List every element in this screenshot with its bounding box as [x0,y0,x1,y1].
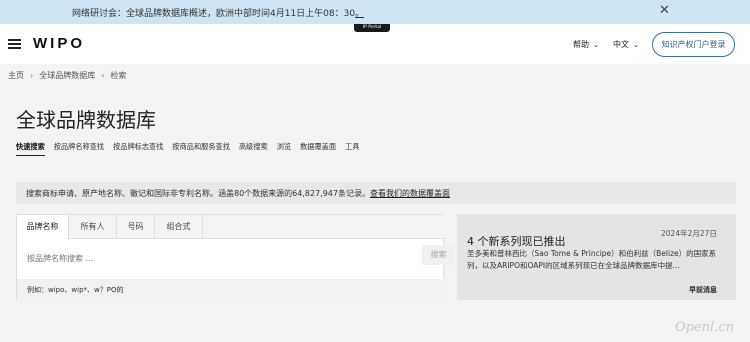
search-mode-tabs: 快速搜索 按品牌名称查找 按品牌标志查找 按商品和服务查找 高级搜索 浏览 数据覆盖面 工具 [16,142,368,156]
tab-tools[interactable]: 工具 [345,142,359,155]
help-label: 帮助 [573,40,589,49]
search-tab-number[interactable]: 号码 [117,215,155,239]
language-label: 中文 [613,40,629,49]
earlier-news-link[interactable]: 早前消息 [689,285,717,295]
tab-by-brand-logo[interactable]: 按品牌标志查找 [113,142,163,155]
tab-browse[interactable]: 浏览 [277,142,291,155]
info-text: 搜索商标申请、原产地名称、徽记和国际非专利名称。涵盖80个数据来源的64,827… [26,189,370,198]
banner-text: 网络研讨会：全球品牌数据库概述，欧洲中部时间4月11日上午08：30。 [72,6,364,19]
tab-by-goods-services[interactable]: 按商品和服务查找 [172,142,230,155]
hamburger-icon[interactable] [8,39,21,49]
tab-advanced-search[interactable]: 高级搜索 [239,142,268,155]
chevron-right-icon: › [101,71,105,80]
banner-link[interactable]: 。 [355,9,364,19]
info-bar: 搜索商标申请、原产地名称、徽记和国际非专利名称。涵盖80个数据来源的64,827… [16,182,736,204]
search-panel: 品牌名称 所有人 号码 组合式 搜索 例如：wipo、wip*、w？PO的 [16,214,455,301]
news-title[interactable]: 4 个新系列现已推出 [467,233,566,249]
language-menu[interactable]: 中文 ⌄ [613,39,639,50]
news-card: 2024年2月27日 4 个新系列现已推出 圣多美和普林西比（Sao Tome … [457,214,736,300]
search-field-tabs: 品牌名称 所有人 号码 组合式 [17,215,445,240]
notice-banner: 网络研讨会：全球品牌数据库概述，欧洲中部时间4月11日上午08：30。 ✕ [0,0,750,24]
ip-portal-badge[interactable]: IP Portal [354,24,390,32]
breadcrumb: 主页 › 全球品牌数据库 › 检索 [8,70,126,81]
tab-by-brand-name[interactable]: 按品牌名称查找 [54,142,104,155]
breadcrumb-database[interactable]: 全球品牌数据库 [39,71,95,80]
page-title: 全球品牌数据库 [16,108,156,132]
watermark: Openl.cn [675,320,734,335]
breadcrumb-home[interactable]: 主页 [8,71,24,80]
banner-message: 网络研讨会：全球品牌数据库概述，欧洲中部时间4月11日上午08：30 [72,9,356,19]
tab-data-coverage[interactable]: 数据覆盖面 [300,142,336,155]
wipo-logo[interactable]: WIPO [33,35,85,52]
search-tab-combined[interactable]: 组合式 [155,215,203,239]
brand-name-search-input[interactable] [27,251,407,265]
chevron-right-icon: › [30,71,34,80]
close-icon[interactable]: ✕ [659,4,670,18]
ip-portal-login-button[interactable]: 知识产权门户登录 [652,32,735,57]
news-date: 2024年2月27日 [661,229,717,238]
tab-quick-search[interactable]: 快速搜索 [16,142,45,156]
search-button[interactable]: 搜索 [422,245,455,265]
data-coverage-link[interactable]: 查看我们的数据覆盖面 [370,189,450,198]
chevron-down-icon: ⌄ [633,41,639,49]
search-tab-owner[interactable]: 所有人 [69,215,117,239]
breadcrumb-search: 检索 [110,71,127,80]
site-header: IP Portal WIPO 帮助 ⌄ 中文 ⌄ 知识产权门户登录 [0,24,750,64]
search-example: 例如：wipo、wip*、w？PO的 [17,279,445,301]
chevron-down-icon: ⌄ [593,41,599,49]
help-menu[interactable]: 帮助 ⌄ [573,39,599,50]
search-tab-brand-name[interactable]: 品牌名称 [17,215,69,240]
news-body: 圣多美和普林西比（Sao Tome & Principe）和伯利兹（Belize… [467,249,717,270]
